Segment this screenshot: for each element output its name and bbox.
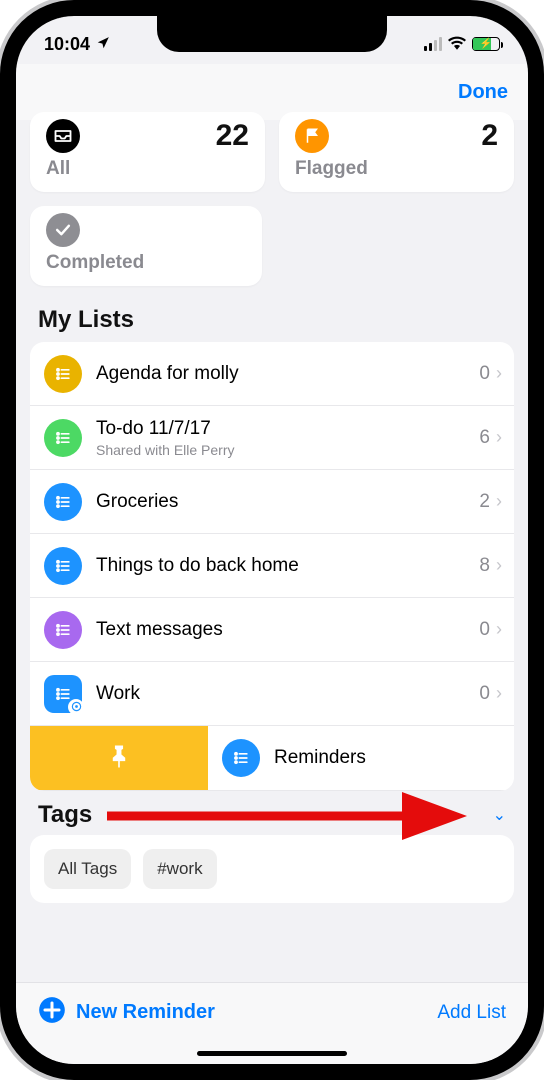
wifi-icon: [448, 34, 466, 55]
list-icon: [44, 611, 82, 649]
list-count: 0: [479, 683, 490, 705]
list-count: 8: [479, 555, 490, 577]
smart-list-icon: [44, 675, 82, 713]
gear-badge-icon: [68, 699, 84, 715]
list-name: Reminders: [274, 747, 502, 769]
list-name: To-do 11/7/17: [96, 418, 479, 440]
section-tags: Tags: [38, 801, 92, 829]
list-row[interactable]: Work 0 ›: [30, 662, 514, 726]
add-list-button[interactable]: Add List: [437, 1002, 506, 1024]
list-name: Things to do back home: [96, 555, 479, 577]
chevron-right-icon: ›: [496, 619, 502, 640]
chevron-down-icon: ⌄: [493, 805, 506, 825]
checkmark-icon: [46, 213, 80, 247]
tags-group: All Tags #work: [30, 835, 514, 903]
smart-all-count: 22: [216, 119, 249, 153]
chevron-right-icon: ›: [496, 683, 502, 704]
chevron-right-icon: ›: [496, 427, 502, 448]
plus-circle-icon: [38, 996, 66, 1030]
list-name: Agenda for molly: [96, 363, 479, 385]
section-my-lists: My Lists: [16, 300, 528, 342]
location-icon: [96, 34, 110, 55]
smart-list-flagged[interactable]: 2 Flagged: [279, 112, 514, 192]
list-row[interactable]: To-do 11/7/17 Shared with Elle Perry 6 ›: [30, 406, 514, 470]
my-lists-group: Agenda for molly 0 › To-do 11/7/17 Share…: [30, 342, 514, 791]
smart-completed-label: Completed: [46, 252, 246, 274]
smart-flagged-count: 2: [481, 119, 498, 153]
list-row-swiped[interactable]: Reminders: [30, 726, 514, 791]
smart-flagged-label: Flagged: [295, 158, 498, 180]
chevron-right-icon: ›: [496, 491, 502, 512]
list-row[interactable]: Text messages 0 ›: [30, 598, 514, 662]
smart-list-completed[interactable]: Completed: [30, 206, 262, 286]
done-button[interactable]: Done: [458, 81, 508, 104]
list-icon: [44, 419, 82, 457]
list-icon: [44, 483, 82, 521]
list-count: 6: [479, 427, 490, 449]
pin-icon: [106, 743, 132, 774]
chevron-right-icon: ›: [496, 555, 502, 576]
list-subtitle: Shared with Elle Perry: [96, 442, 479, 458]
list-row[interactable]: Groceries 2 ›: [30, 470, 514, 534]
list-count: 0: [479, 363, 490, 385]
new-reminder-label: New Reminder: [76, 1001, 215, 1024]
section-tags-header[interactable]: Tags ⌄: [16, 791, 528, 835]
inbox-icon: [46, 119, 80, 153]
list-name: Text messages: [96, 619, 479, 641]
list-count: 0: [479, 619, 490, 641]
list-name: Work: [96, 683, 479, 705]
cellular-icon: [424, 37, 442, 51]
new-reminder-button[interactable]: New Reminder: [38, 996, 215, 1030]
pin-action[interactable]: [30, 726, 208, 790]
home-indicator[interactable]: [197, 1051, 347, 1056]
smart-all-label: All: [46, 158, 249, 180]
tag-item[interactable]: #work: [143, 849, 216, 889]
list-count: 2: [479, 491, 490, 513]
list-name: Groceries: [96, 491, 479, 513]
tag-all[interactable]: All Tags: [44, 849, 131, 889]
list-row[interactable]: Things to do back home 8 ›: [30, 534, 514, 598]
list-icon: [44, 547, 82, 585]
flag-icon: [295, 119, 329, 153]
chevron-right-icon: ›: [496, 363, 502, 384]
list-icon: [44, 355, 82, 393]
smart-list-all[interactable]: 22 All: [30, 112, 265, 192]
list-icon: [222, 739, 260, 777]
status-time: 10:04: [44, 34, 90, 55]
battery-icon: ⚡: [472, 37, 500, 51]
list-row[interactable]: Agenda for molly 0 ›: [30, 342, 514, 406]
